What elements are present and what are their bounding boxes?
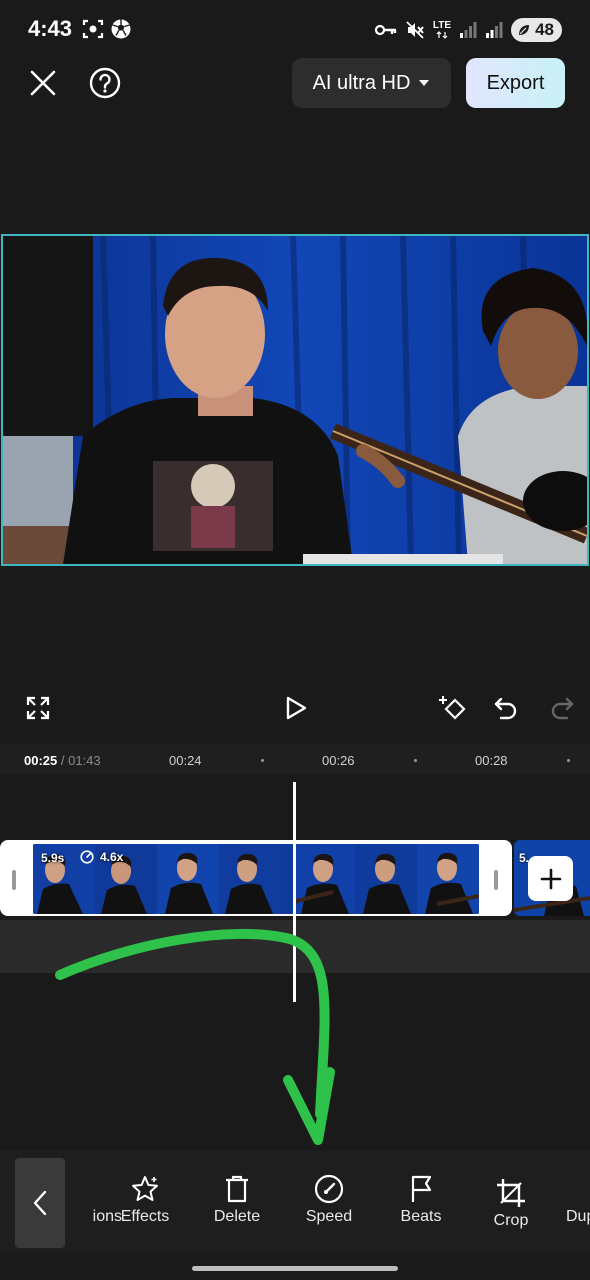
keyframe-button[interactable] [436,690,472,726]
tool-effects[interactable]: Effects [102,1172,188,1226]
time-separator: / [57,753,69,768]
home-indicator[interactable] [192,1266,398,1271]
signal-icon-1 [460,22,477,38]
ruler-tick-label: 00:26 [322,753,355,768]
ruler-tick-dot [414,759,417,762]
ruler-tick-label: 00:28 [475,753,508,768]
playback-controls [0,686,590,730]
tool-label: Dup [566,1208,590,1225]
timeline-track-area[interactable]: 5.9s 4.6x 5. [0,774,590,1150]
ruler-tick-label: 00:24 [169,753,202,768]
battery-saver-leaf-icon [519,25,530,35]
tool-label: Speed [305,1208,353,1225]
caret-down-icon [419,80,430,86]
tool-label: Delete [213,1208,261,1225]
battery-indicator: 48 [511,18,562,42]
redo-icon [551,697,574,720]
ruler-tick-dot [261,759,264,762]
fullscreen-icon [26,696,50,720]
annotation-arrow [55,928,335,1145]
soccer-ball-icon [111,19,131,39]
status-time: 4:43 [28,16,73,41]
status-left-icons [82,18,132,40]
time-readout: 00:25 / 01:43 [24,753,101,768]
video-frame-image [3,236,587,564]
speed-gauge-icon [314,1174,344,1204]
signal-icon-2 [486,22,503,38]
beats-flag-icon [411,1175,432,1202]
undo-button[interactable] [490,692,522,724]
quality-label: AI ultra HD [312,71,411,94]
editor-top-bar: AI ultra HD Export [0,58,590,108]
keyframe-add-icon [439,696,466,720]
tool-label: Beats [400,1208,442,1225]
close-button[interactable] [24,64,62,102]
tool-crop[interactable]: Crop [468,1176,554,1230]
help-button[interactable] [88,66,122,100]
video-preview[interactable] [1,234,589,566]
vpn-key-icon [374,24,397,36]
export-button[interactable]: Export [466,58,565,108]
status-bar: 4:43 LTE 48 [0,0,590,60]
battery-level: 48 [535,20,554,39]
ruler-tick-dot [567,759,570,762]
play-button[interactable] [278,690,314,726]
delete-trash-icon [226,1175,248,1203]
data-arrows-icon [436,31,448,39]
chevron-left-icon [33,1190,47,1216]
current-time: 00:25 [24,753,58,768]
tool-duplicate[interactable]: Dup [560,1172,590,1226]
network-indicator: LTE [433,21,451,39]
mute-icon [406,21,424,39]
quality-dropdown-button[interactable]: AI ultra HD [292,58,451,108]
time-ruler[interactable]: 00:25 / 01:43 00:24 00:26 00:28 [0,744,590,774]
tool-speed[interactable]: Speed [286,1172,372,1226]
effects-star-icon [132,1176,158,1201]
toolbar-back-button[interactable] [15,1158,65,1248]
tool-label: Crop [493,1212,529,1229]
crop-icon [497,1179,525,1207]
edit-toolbar: ions Effects Delete Speed Beats Crop Du [0,1150,590,1255]
tool-delete[interactable]: Delete [194,1172,280,1226]
total-time: 01:43 [68,753,101,768]
status-right: LTE 48 [374,18,562,42]
fullscreen-button[interactable] [22,692,54,724]
play-icon [286,696,307,720]
help-icon [89,67,121,99]
undo-icon [494,697,517,720]
network-type: LTE [432,20,452,31]
screenshot-icon [82,19,104,39]
tool-label: Effects [120,1208,170,1225]
close-icon [30,70,56,96]
redo-button[interactable] [546,692,578,724]
tool-beats[interactable]: Beats [378,1172,464,1226]
